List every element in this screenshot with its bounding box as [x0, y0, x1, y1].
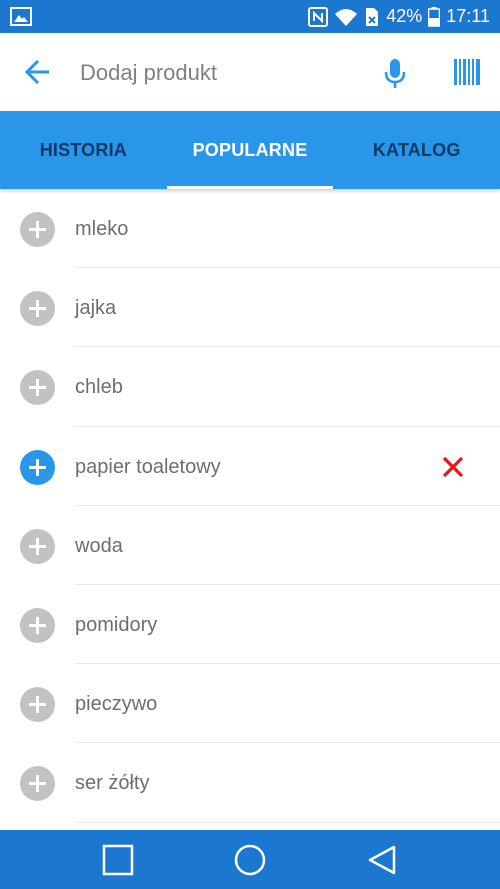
product-name: pieczywo — [75, 693, 158, 716]
product-name: mleko — [75, 218, 129, 240]
tab-popularne[interactable]: POPULARNE — [166, 111, 334, 189]
add-icon[interactable] — [20, 291, 55, 327]
list-item[interactable]: pomidory — [0, 585, 500, 665]
add-icon[interactable] — [20, 370, 55, 406]
product-name: chleb — [75, 376, 123, 399]
product-name: papier toaletowy — [75, 455, 221, 478]
list-item[interactable]: woda — [0, 506, 500, 585]
list-item[interactable]: jajka — [0, 268, 500, 348]
barcode-icon[interactable] — [454, 59, 480, 85]
tab-bar: HISTORIA POPULARNE KATALOG — [0, 111, 500, 189]
list-item[interactable]: ser żółty — [0, 743, 500, 823]
product-name: jajka — [75, 297, 117, 320]
recent-apps-icon[interactable] — [102, 844, 134, 876]
back-arrow-icon[interactable] — [22, 57, 54, 87]
clock: 17:11 — [446, 6, 490, 26]
status-bar: 42% 17:11 — [0, 0, 500, 33]
status-icons: 42% 17:11 — [308, 0, 490, 33]
tab-historia[interactable]: HISTORIA — [0, 111, 167, 189]
search-bar — [0, 33, 500, 112]
add-icon[interactable] — [20, 528, 55, 564]
battery-percentage: 42% — [386, 6, 423, 26]
add-icon[interactable] — [20, 449, 55, 485]
add-icon[interactable] — [20, 607, 55, 643]
popular-products-list: mleko jajka chleb papier toaletowy woda … — [0, 189, 500, 823]
battery-icon — [428, 6, 441, 27]
product-name: woda — [75, 534, 123, 557]
back-icon[interactable] — [366, 844, 398, 876]
list-item[interactable]: pieczywo — [0, 664, 500, 744]
add-icon[interactable] — [20, 766, 55, 802]
image-notification-icon — [10, 7, 32, 26]
no-sim-icon — [366, 7, 379, 26]
tab-katalog[interactable]: KATALOG — [333, 111, 500, 189]
product-name: ser żółty — [75, 772, 150, 795]
home-icon[interactable] — [234, 844, 266, 876]
remove-icon[interactable] — [440, 454, 466, 480]
add-icon[interactable] — [20, 212, 55, 247]
microphone-icon[interactable] — [383, 58, 407, 90]
navigation-bar — [0, 830, 500, 889]
product-name: pomidory — [75, 613, 158, 636]
search-input[interactable] — [78, 53, 362, 93]
nfc-icon — [308, 6, 329, 27]
divider — [75, 821, 500, 823]
add-icon[interactable] — [20, 687, 55, 723]
list-item[interactable]: chleb — [0, 347, 500, 427]
list-item[interactable]: mleko — [0, 189, 500, 269]
list-item[interactable]: papier toaletowy — [0, 427, 500, 506]
wifi-icon — [335, 8, 358, 26]
